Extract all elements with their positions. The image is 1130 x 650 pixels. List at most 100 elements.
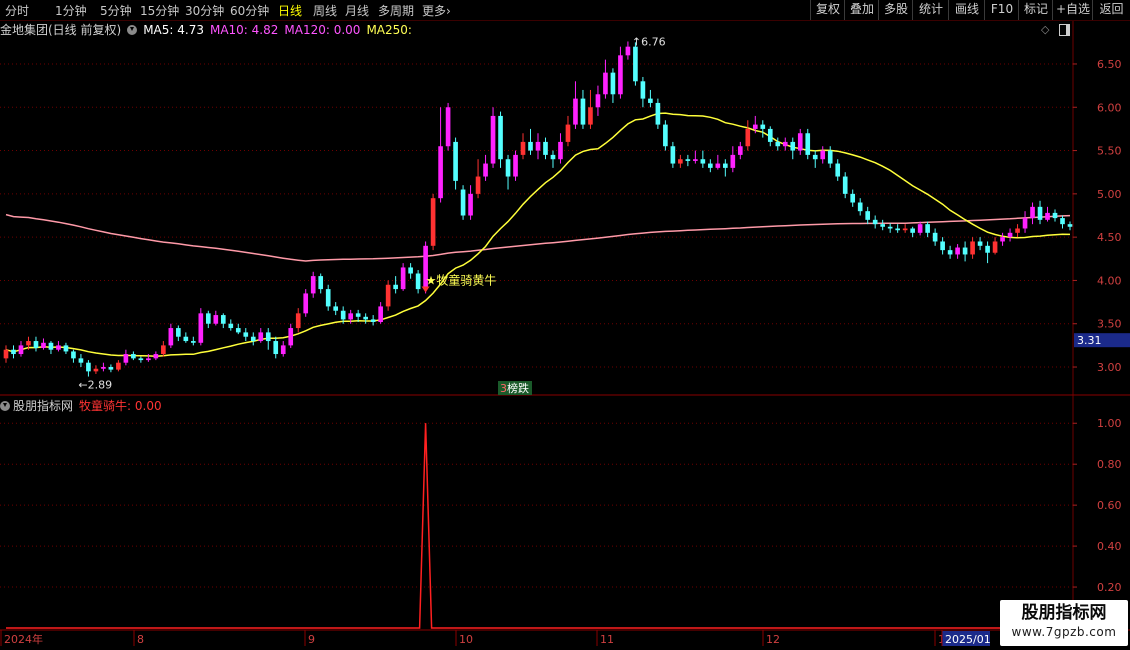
candle-up [475, 176, 481, 194]
candle-up [1045, 212, 1050, 220]
candle-down [925, 224, 930, 233]
candle-down [775, 141, 781, 147]
candle-down [805, 133, 811, 155]
candle-up [737, 146, 743, 155]
candle-down [865, 211, 871, 220]
tag-number: 3 [500, 382, 507, 395]
indicator-tick-label: 0.80 [1097, 458, 1122, 471]
candle-down [71, 351, 76, 359]
candle-up [26, 341, 31, 346]
candle-up [917, 224, 923, 233]
price-tick-label: 3.00 [1097, 361, 1122, 374]
candle-up [288, 328, 294, 346]
candle-down [243, 332, 249, 337]
candle-down [205, 313, 211, 324]
candle-down [393, 284, 398, 290]
indicator-source[interactable]: 股朋指标网 [13, 399, 73, 413]
candle-up [902, 228, 908, 231]
stock-title[interactable]: 金地集团(日线 前复权) [0, 23, 121, 37]
candle-down [183, 336, 189, 342]
candle-up [1015, 228, 1020, 233]
candle-down [363, 316, 368, 320]
candle-up [385, 284, 391, 307]
candle-up [715, 163, 721, 168]
tag-text: 榜跌 [507, 381, 529, 395]
candle-up [400, 267, 406, 290]
candle-down [842, 176, 848, 194]
price-tick-label: 5.50 [1097, 145, 1122, 158]
candle-up [445, 107, 451, 147]
candle-up [520, 141, 526, 155]
ma120-label: MA120: 0.00 [284, 23, 361, 37]
candle-down [550, 154, 556, 160]
candle-up [438, 146, 443, 199]
candle-down [648, 98, 653, 103]
candle-up [678, 159, 683, 164]
candle-down [453, 141, 458, 181]
candle-up [213, 315, 219, 324]
candle-up [565, 124, 571, 142]
candle-down [580, 98, 586, 125]
candle-down [827, 150, 833, 164]
candle-up [1022, 218, 1028, 229]
candle-up [280, 345, 286, 355]
candle-up [1007, 232, 1013, 238]
candle-up [258, 332, 264, 342]
candle-up [955, 247, 960, 255]
candle-down [610, 72, 616, 95]
candle-down [932, 232, 938, 242]
watermark-url: www.7gpzb.com [1011, 625, 1117, 639]
candle-down [498, 115, 503, 160]
price-tick-label: 6.50 [1097, 58, 1122, 71]
candle-up [3, 349, 9, 359]
diamond-icon[interactable]: ◇ [1041, 23, 1049, 36]
window-toggle-icon[interactable] [1059, 24, 1070, 36]
date-label: 8 [137, 633, 144, 646]
candle-down [265, 332, 271, 342]
indicator-signal-line [6, 423, 1069, 629]
kline-chart: 6.50 6.00 5.50 5.00 4.50 4.00 3.50 3.00 3.31 1.00… [0, 21, 1130, 646]
candle-up [730, 154, 736, 168]
current-price-label: 3.31 [1077, 334, 1102, 347]
candle-down [880, 224, 885, 227]
candle-down [460, 189, 466, 216]
candle-down [1067, 224, 1073, 227]
date-label: 2024年 [4, 632, 43, 646]
candle-up [588, 107, 593, 125]
candle-up [820, 150, 826, 160]
candle-up [153, 354, 159, 359]
candle-down [857, 202, 863, 212]
candle-down [340, 310, 346, 320]
candle-down [235, 328, 241, 333]
candle-down [408, 267, 413, 274]
watermark: 股朋指标网 www.7gpzb.com [1000, 600, 1128, 646]
candle-down [633, 46, 638, 82]
candle-down [670, 146, 676, 164]
price-tick-label: 6.00 [1097, 101, 1122, 114]
price-tick-label: 3.50 [1097, 318, 1122, 331]
candle-down [790, 141, 796, 151]
ma250-label: MA250: [366, 23, 412, 37]
indicator-dropdown-icon[interactable] [0, 401, 10, 411]
date-label: 11 [600, 633, 614, 646]
candle-down [543, 141, 548, 155]
candle-up [18, 345, 24, 355]
candle-down [760, 124, 766, 129]
indicator-title-bar: 股朋指标网 牧童骑牛: 0.00 [0, 397, 162, 413]
candle-up [558, 141, 563, 160]
dropdown-circle-icon[interactable] [127, 25, 138, 35]
candle-down [708, 163, 713, 168]
candle-down [1060, 218, 1065, 225]
high-price-label: ↑6.76 [632, 35, 666, 48]
candle-down [977, 241, 983, 246]
candle-down [700, 159, 706, 164]
candle-down [273, 341, 279, 355]
candle-up [970, 241, 975, 255]
candle-down [33, 341, 39, 348]
candle-down [11, 349, 16, 355]
price-tick-label: 4.50 [1097, 231, 1122, 244]
candle-up [430, 198, 436, 246]
candle-down [985, 245, 990, 253]
candle-down [835, 163, 841, 177]
candle-up [41, 342, 46, 348]
